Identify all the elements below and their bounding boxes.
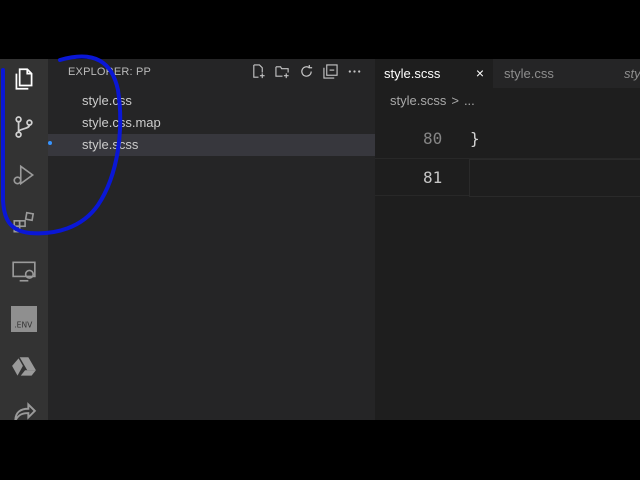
line-number: 80: [423, 129, 443, 148]
explorer-header: EXPLORER: PP: [48, 59, 375, 85]
tab-label: style: [624, 66, 640, 81]
line-code: }: [470, 129, 480, 148]
explorer-title: EXPLORER: PP: [68, 66, 152, 78]
run-debug-icon[interactable]: [9, 160, 39, 190]
file-item-style-scss[interactable]: style.scss: [48, 134, 375, 156]
vscode-window: .ENV EXPLORER: PP style.css style.css.ma…: [0, 59, 640, 420]
explorer-sidebar: EXPLORER: PP style.css style.css.map sty…: [48, 59, 375, 420]
close-icon[interactable]: ×: [476, 59, 484, 88]
file-item-style-css-map[interactable]: style.css.map: [48, 112, 375, 134]
env-icon[interactable]: .ENV: [9, 304, 39, 334]
tab-label: style.scss: [384, 66, 441, 81]
breadcrumb: style.scss >...: [390, 93, 475, 108]
explorer-toolbar: [250, 63, 363, 80]
remote-explorer-icon[interactable]: [9, 256, 39, 286]
collapse-all-icon[interactable]: [322, 63, 339, 80]
share-icon[interactable]: [9, 397, 39, 420]
current-line-highlight: [469, 159, 640, 197]
drive-icon[interactable]: [9, 352, 39, 382]
tab-style-css[interactable]: style.css: [495, 59, 611, 88]
source-control-icon[interactable]: [9, 112, 39, 142]
editor-tabs: style.scss × style.css style: [375, 59, 640, 88]
modified-dot: [48, 141, 52, 145]
new-file-icon[interactable]: [250, 63, 267, 80]
explorer-icon[interactable]: [9, 64, 39, 94]
file-item-label: style.scss: [82, 137, 139, 152]
breadcrumb-more[interactable]: ...: [464, 93, 475, 108]
editor-line[interactable]: 80 }: [375, 120, 640, 158]
new-folder-icon[interactable]: [274, 63, 291, 80]
editor-line-current[interactable]: 81: [375, 158, 640, 197]
editor-area: style.scss × style.css style style.scss >…: [375, 59, 640, 420]
file-item-style-css[interactable]: style.css: [48, 90, 375, 112]
extensions-icon[interactable]: [9, 208, 39, 238]
env-icon-label: .ENV: [14, 321, 33, 330]
file-item-label: style.css.map: [82, 115, 161, 130]
refresh-icon[interactable]: [298, 63, 315, 80]
file-item-label: style.css: [82, 93, 132, 108]
more-actions-icon[interactable]: [346, 63, 363, 80]
breadcrumb-separator: >: [451, 93, 459, 108]
tab-label: style.css: [504, 66, 554, 81]
tab-style-preview[interactable]: style: [615, 59, 640, 88]
line-number: 81: [423, 168, 443, 187]
tab-style-scss[interactable]: style.scss ×: [375, 59, 493, 88]
activity-bar: .ENV: [0, 59, 48, 420]
breadcrumb-file[interactable]: style.scss: [390, 93, 446, 108]
